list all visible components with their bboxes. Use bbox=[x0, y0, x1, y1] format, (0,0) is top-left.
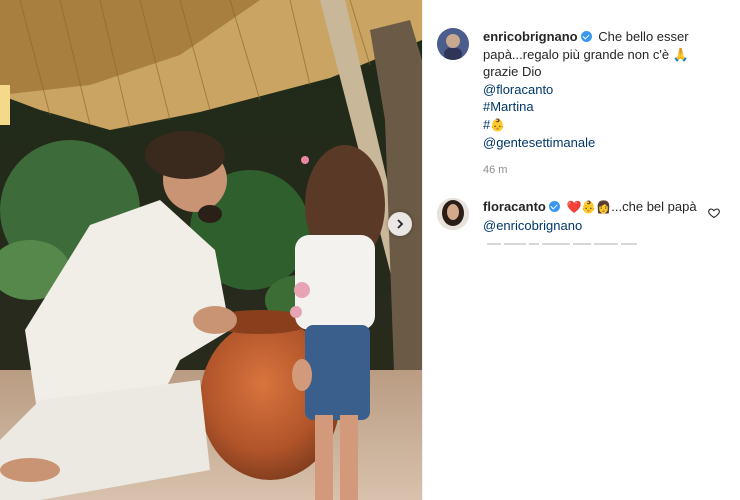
mention-link[interactable]: @gentesettimanale bbox=[483, 135, 595, 150]
faded-next-comment bbox=[487, 241, 677, 247]
username[interactable]: enricobrignano bbox=[483, 29, 578, 44]
caption-line: grazie Dio bbox=[483, 64, 542, 79]
username[interactable]: floracanto bbox=[483, 199, 546, 214]
heart-outline-icon bbox=[708, 208, 720, 219]
baby-emoji: 👶 bbox=[490, 117, 506, 132]
comment-text: floracanto ❤️👶👩...che bel papà @enricobr… bbox=[483, 198, 723, 234]
avatar[interactable] bbox=[437, 28, 469, 60]
comments-panel: enricobrignano Che bello esser papà...re… bbox=[423, 0, 740, 500]
comment-body: ...che bel papà bbox=[611, 199, 697, 214]
hashtag-link[interactable]: #Martina bbox=[483, 99, 534, 114]
verified-badge-icon bbox=[548, 201, 560, 212]
avatar[interactable] bbox=[437, 198, 469, 230]
carousel-next-button[interactable] bbox=[388, 212, 412, 236]
mention-link[interactable]: @floracanto bbox=[483, 82, 553, 97]
caption-comment: enricobrignano Che bello esser papà...re… bbox=[437, 28, 728, 179]
comment-item: floracanto ❤️👶👩...che bel papà @enricobr… bbox=[437, 198, 728, 234]
caption-text: enricobrignano Che bello esser papà...re… bbox=[483, 28, 723, 179]
post-photo[interactable] bbox=[0, 0, 422, 500]
post-timestamp[interactable]: 46 m bbox=[483, 162, 723, 180]
hashtag-link[interactable]: #👶 bbox=[483, 117, 505, 132]
comment-emojis: ❤️👶👩 bbox=[566, 200, 612, 214]
verified-badge-icon bbox=[580, 31, 592, 42]
chevron-right-icon bbox=[397, 219, 404, 229]
like-comment-button[interactable] bbox=[708, 206, 720, 224]
mention-link[interactable]: @enricobrignano bbox=[483, 218, 582, 233]
